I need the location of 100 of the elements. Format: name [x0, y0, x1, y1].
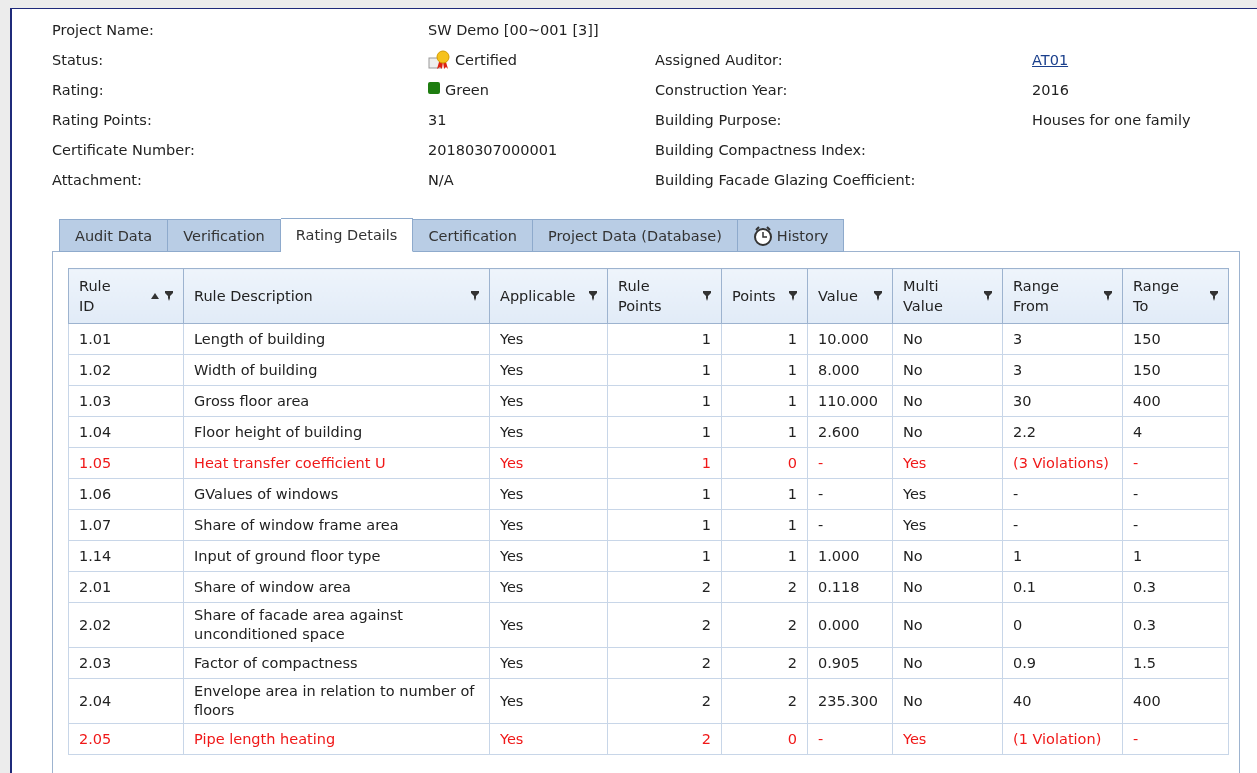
table-cell: Heat transfer coefficient U [183, 447, 490, 479]
filter-icon[interactable] [589, 290, 597, 302]
sort-ascending-icon[interactable] [151, 293, 159, 299]
table-cell: 110.000 [807, 385, 893, 417]
table-cell: 1.14 [68, 540, 184, 572]
table-cell: 0 [1002, 602, 1123, 648]
table-cell: No [892, 323, 1003, 355]
filter-icon[interactable] [984, 290, 992, 302]
column-title[interactable]: Multi Value [903, 276, 960, 316]
table-cell: 2 [721, 602, 808, 648]
rating-value: Green [445, 82, 489, 98]
table-cell: 0 [721, 723, 808, 755]
table-cell: 150 [1122, 323, 1229, 355]
filter-icon[interactable] [1210, 290, 1218, 302]
auditor-link[interactable]: AT01 [1032, 52, 1069, 68]
table-cell: No [892, 602, 1003, 648]
table-cell: - [807, 478, 893, 510]
table-cell: - [1122, 509, 1229, 541]
field-value: 31 [428, 112, 447, 128]
table-cell: - [1002, 509, 1123, 541]
table-cell: Yes [489, 723, 608, 755]
table-cell: - [807, 723, 893, 755]
table-cell: Length of building [183, 323, 490, 355]
table-cell: GValues of windows [183, 478, 490, 510]
table-cell: 150 [1122, 354, 1229, 386]
table-cell: 1 [607, 478, 722, 510]
table-cell: Yes [489, 447, 608, 479]
table-cell: Share of facade area against unconditioned space [183, 602, 490, 648]
column-title[interactable]: Rule Points [618, 276, 678, 316]
tab[interactable]: Rating Details [280, 218, 414, 252]
column-title[interactable]: Applicable [500, 286, 576, 306]
table-cell: 0.3 [1122, 571, 1229, 603]
field-label: Building Purpose: [655, 112, 782, 128]
tab[interactable]: Verification [168, 219, 281, 252]
table-cell: 2 [721, 647, 808, 679]
filter-icon[interactable] [165, 290, 173, 302]
filter-icon[interactable] [874, 290, 882, 302]
table-cell: - [1122, 723, 1229, 755]
column-title[interactable]: Rule Description [194, 286, 313, 306]
filter-icon[interactable] [703, 290, 711, 302]
table-cell: 3 [1002, 323, 1123, 355]
table-cell: 10.000 [807, 323, 893, 355]
column-title[interactable]: Range To [1133, 276, 1184, 316]
tab[interactable]: Project Data (Database) [532, 219, 738, 252]
table-cell: 1 [721, 323, 808, 355]
table-cell: - [1002, 478, 1123, 510]
column-title[interactable]: Rule ID [79, 276, 123, 316]
tab[interactable]: Certification [413, 219, 533, 252]
table-cell: No [892, 540, 1003, 572]
field-label: Construction Year: [655, 82, 788, 98]
table-cell: Pipe length heating [183, 723, 490, 755]
column-title[interactable]: Points [732, 286, 776, 306]
field-label: Building Compactness Index: [655, 142, 866, 158]
filter-icon[interactable] [789, 290, 797, 302]
column-title[interactable]: Range From [1013, 276, 1078, 316]
table-cell: Yes [892, 723, 1003, 755]
table-cell: 1 [607, 385, 722, 417]
table-cell: 1 [607, 540, 722, 572]
table-cell: 1.03 [68, 385, 184, 417]
table-cell: 1 [721, 478, 808, 510]
table-cell: Yes [489, 416, 608, 448]
table-cell: 1.02 [68, 354, 184, 386]
table-cell: (3 Violations) [1002, 447, 1123, 479]
field-label: Rating: [52, 82, 104, 98]
table-cell: 1 [721, 540, 808, 572]
field-label: Project Name: [52, 22, 154, 38]
table-cell: Gross floor area [183, 385, 490, 417]
table-cell: Yes [489, 323, 608, 355]
table-cell: 2 [607, 647, 722, 679]
tab[interactable]: Audit Data [59, 219, 169, 252]
filter-icon[interactable] [1104, 290, 1112, 302]
table-cell: Share of window frame area [183, 509, 490, 541]
table-cell: 0.1 [1002, 571, 1123, 603]
table-cell: Yes [892, 509, 1003, 541]
tab[interactable]: History [737, 219, 845, 252]
table-cell: - [807, 447, 893, 479]
column-title[interactable]: Value [818, 286, 858, 306]
table-cell: 1.5 [1122, 647, 1229, 679]
field-label: Assigned Auditor: [655, 52, 783, 68]
table-cell: Yes [489, 385, 608, 417]
table-cell: Factor of compactness [183, 647, 490, 679]
table-cell: 1 [721, 385, 808, 417]
table-cell: 1.04 [68, 416, 184, 448]
table-cell: Yes [489, 571, 608, 603]
table-cell: 2.02 [68, 602, 184, 648]
table-cell: 0.3 [1122, 602, 1229, 648]
table-cell: 2 [721, 571, 808, 603]
table-cell: 8.000 [807, 354, 893, 386]
filter-icon[interactable] [471, 290, 479, 302]
table-cell: Yes [489, 478, 608, 510]
table-cell: 1 [607, 447, 722, 479]
field-label: Attachment: [52, 172, 142, 188]
table-cell: Yes [489, 540, 608, 572]
table-cell: 0.000 [807, 602, 893, 648]
table-cell: 1.000 [807, 540, 893, 572]
table-cell: 2 [607, 571, 722, 603]
table-cell: Yes [489, 509, 608, 541]
table-cell: 1 [721, 354, 808, 386]
field-label: Rating Points: [52, 112, 152, 128]
table-cell: 1.07 [68, 509, 184, 541]
